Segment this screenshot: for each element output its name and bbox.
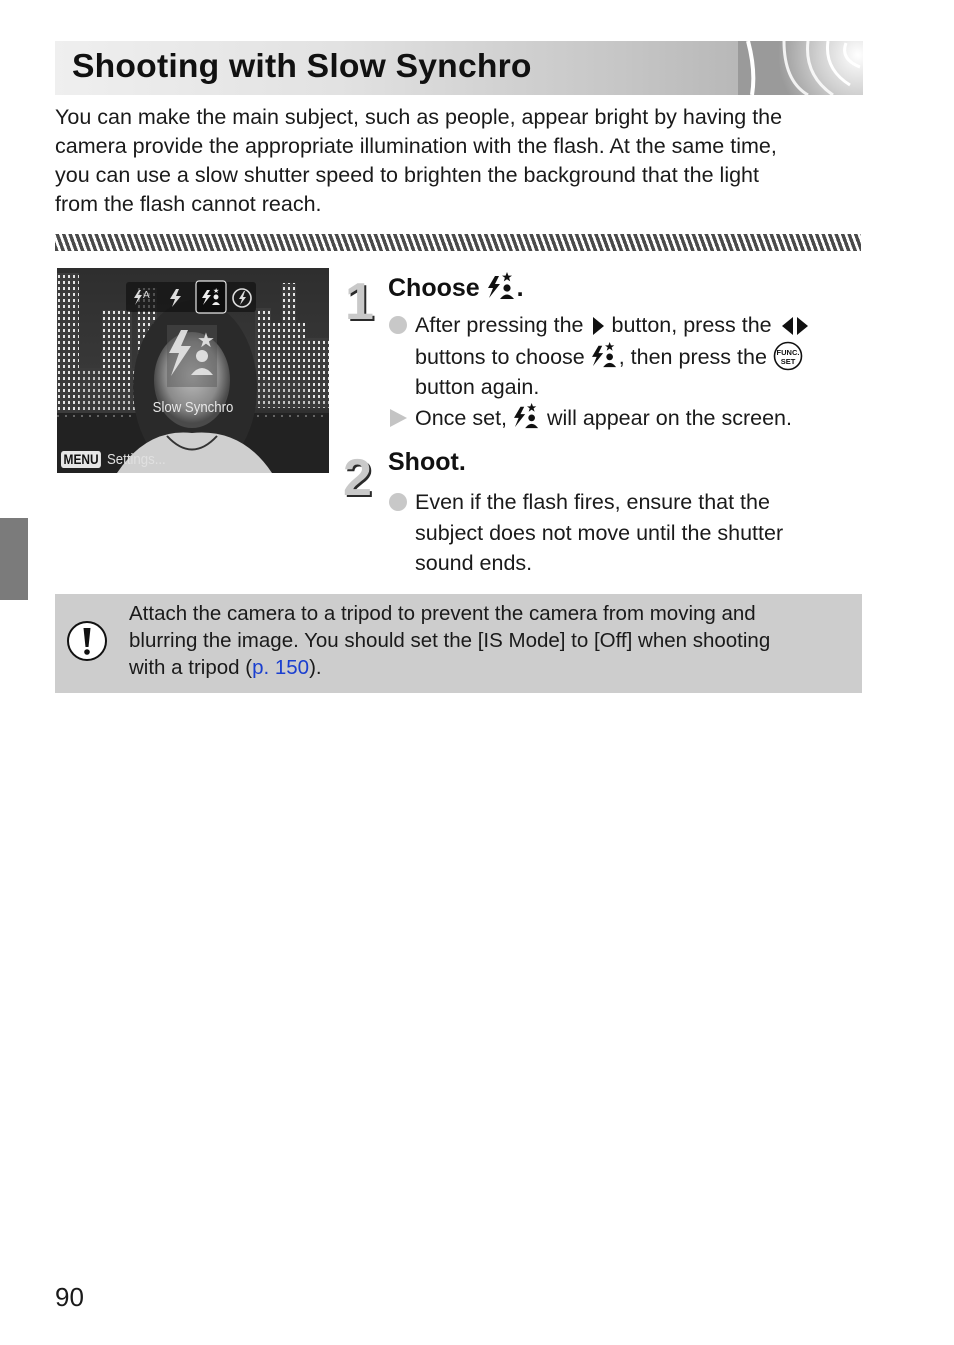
caution-text-prefix: with a tripod ( [129,656,253,679]
page-number: 90 [55,1282,84,1312]
text: button, press the [611,313,772,337]
menu-button-icon: MENU [61,451,102,468]
func-set-button-icon: FUNC. SET [773,341,803,370]
bullet-icon [389,493,407,511]
camera-screen-image: A ★ ★ Slow Synchro MENU Settings... [57,268,329,473]
text: button again. [415,375,540,399]
text: subject does not move until the shutter [415,520,784,545]
caution-text: Attach the camera to a tripod to prevent… [129,600,849,681]
intro-paragraph: You can make the main subject, such as p… [55,103,865,219]
selected-mode-label: Slow Synchro [152,399,234,416]
chapter-side-tab [0,518,28,600]
left-right-arrow-buttons-icon [781,317,808,335]
menu-settings-hint: MENU Settings... [61,449,174,470]
intro-line: from the flash cannot reach. [55,192,322,216]
right-arrow-button-icon [592,317,604,335]
step-2-bullet: Even if the flash fires, ensure that the… [388,487,868,579]
step-1-bullet: After pressing the button, press the but… [388,310,868,403]
intro-line: camera provide the appropriate illuminat… [55,134,777,158]
caution-text-suffix: ). [309,656,322,679]
result-arrow-icon [390,409,407,427]
step-1-title-text: Choose [388,274,480,302]
text: Even if the flash fires, ensure that the [415,490,770,514]
text: , then press the [618,344,767,369]
slow-synchro-icon [591,341,616,367]
menu-settings-label: Settings... [107,451,166,468]
svg-text:A: A [143,290,150,301]
intro-line: You can make the main subject, such as p… [55,105,783,129]
caution-line: Attach the camera to a tripod to prevent… [129,602,756,625]
page-link[interactable]: p. 150 [252,656,309,679]
slow-synchro-icon [514,403,539,429]
step-number-1: 1 [345,273,374,331]
step-number-2: 2 [343,449,372,507]
svg-text:SET: SET [781,357,796,366]
svg-text:★: ★ [197,328,215,352]
caution-icon [67,621,107,661]
decorative-arcs-icon [738,41,863,95]
caution-line: with a tripod (p. 150). [129,654,849,681]
svg-text:★: ★ [213,287,219,295]
slow-synchro-icon [487,272,514,299]
caution-line: blurring the image. You should set the [… [129,629,771,652]
page-title: Shooting with Slow Synchro [72,47,532,84]
night-city-background: A ★ ★ [57,268,329,473]
section-header: Shooting with Slow Synchro [55,41,863,95]
bullet-icon [389,316,407,334]
text: sound ends. [415,551,533,575]
step-1-title-period: . [516,274,524,302]
svg-text:FUNC.: FUNC. [776,348,799,357]
step-1-result: Once set, will appear on the screen. [388,403,868,434]
step-1-title: Choose . [388,272,524,303]
step-2-title: Shoot. [388,448,466,476]
intro-line: you can use a slow shutter speed to brig… [55,163,759,187]
text: buttons to choose [415,344,585,369]
text: After pressing the [415,313,584,337]
stripe-divider [55,234,861,251]
text: Once set, [415,406,508,430]
caution-box: Attach the camera to a tripod to prevent… [55,594,862,693]
text: will appear on the screen. [546,406,792,430]
